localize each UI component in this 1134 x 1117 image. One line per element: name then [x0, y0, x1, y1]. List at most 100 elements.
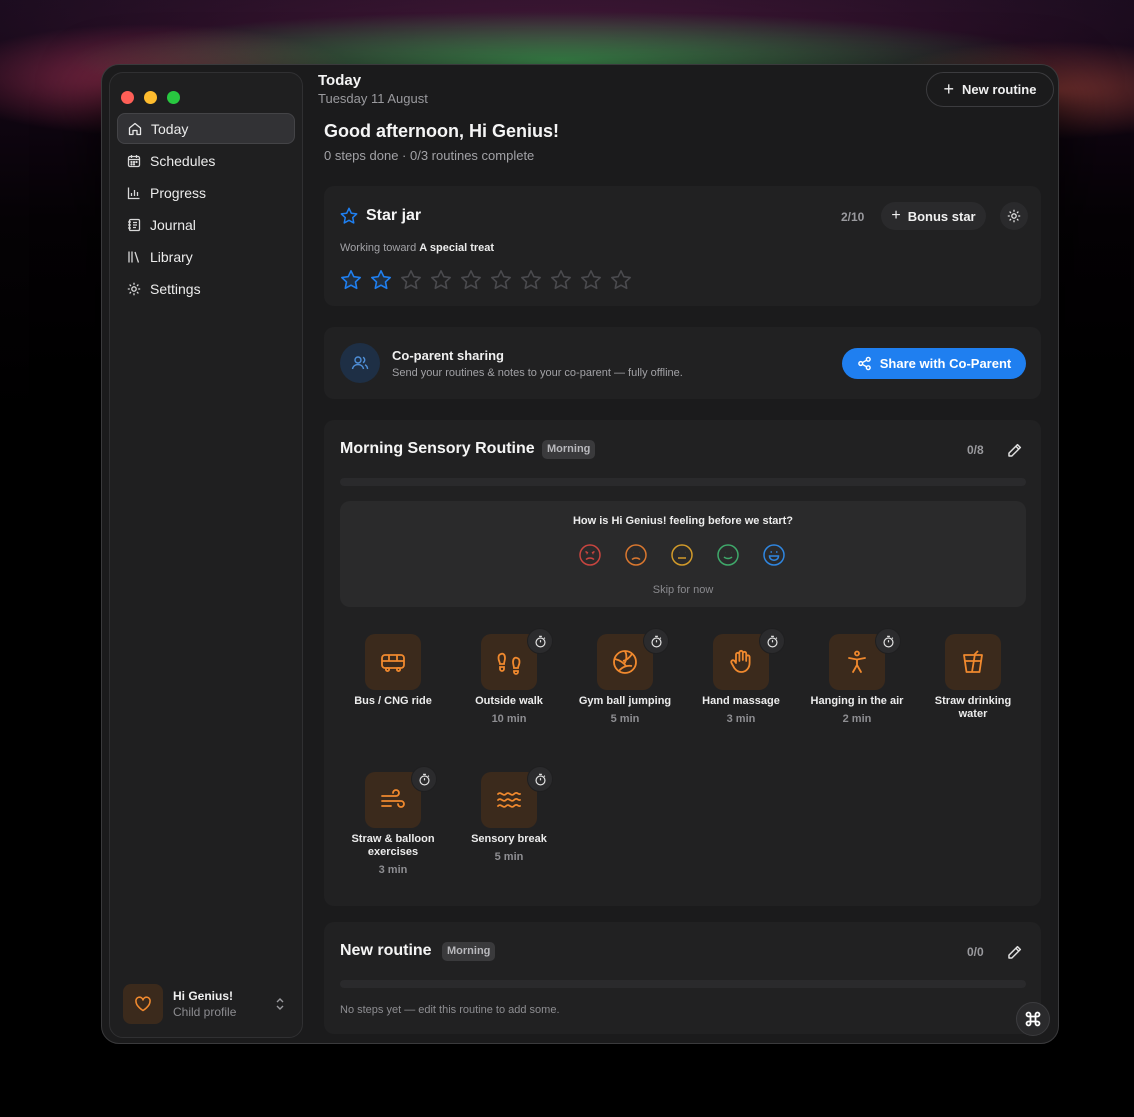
command-menu-button[interactable]: [1016, 1002, 1050, 1036]
routine-progress-bar: [340, 980, 1026, 988]
stopwatch-icon: [650, 635, 662, 647]
edit-routine-button[interactable]: [1000, 938, 1028, 966]
star-progress-row: [339, 268, 639, 292]
star-empty-icon: [401, 270, 421, 290]
sad-face-icon[interactable]: [624, 543, 648, 567]
step-tile[interactable]: Bus / CNG ride: [343, 634, 443, 713]
sidebar-item-library[interactable]: Library: [117, 241, 295, 272]
star-jar-goal: Working toward A special treat: [340, 242, 495, 254]
sidebar-item-today[interactable]: Today: [117, 113, 295, 144]
coparent-title: Co-parent sharing: [392, 348, 504, 363]
profile-subtitle: Child profile: [173, 1005, 237, 1019]
step-tile[interactable]: Hanging in the air 2 min: [807, 628, 907, 725]
sidebar-item-settings[interactable]: Settings: [117, 273, 295, 304]
sidebar-item-label: Today: [151, 120, 189, 137]
coparent-card: Co-parent sharing Send your routines & n…: [324, 327, 1041, 399]
main-content: Today Tuesday 11 August + New routine Go…: [318, 65, 1058, 1043]
star-empty-icon: [431, 270, 451, 290]
library-icon: [126, 249, 142, 265]
gear-icon: [1007, 209, 1021, 223]
sidebar-item-progress[interactable]: Progress: [117, 177, 295, 208]
timer-badge: [875, 628, 901, 654]
page-title: Today: [318, 72, 362, 89]
bar-chart-icon: [126, 185, 142, 201]
command-icon: [1025, 1011, 1041, 1027]
star-empty-icon: [491, 270, 511, 290]
sidebar-item-label: Journal: [150, 216, 196, 233]
close-window-button[interactable]: [121, 91, 134, 104]
smile-face-icon[interactable]: [716, 543, 740, 567]
stopwatch-icon: [882, 635, 894, 647]
step-tile[interactable]: Outside walk 10 min: [459, 628, 559, 725]
edit-routine-button[interactable]: [1000, 436, 1028, 464]
happy-face-icon[interactable]: [762, 543, 786, 567]
minimize-window-button[interactable]: [144, 91, 157, 104]
app-window: Today Schedules Progress Journal Library…: [101, 64, 1059, 1044]
star-filled-icon: [341, 270, 361, 290]
calendar-icon: [126, 153, 142, 169]
step-tile[interactable]: Sensory break 5 min: [459, 766, 559, 863]
stopwatch-icon: [534, 635, 546, 647]
footprints-icon: [497, 652, 521, 675]
stopwatch-icon: [766, 635, 778, 647]
empty-routine-text: No steps yet — edit this routine to add …: [340, 1004, 560, 1016]
routine-title: Morning Sensory Routine: [340, 440, 535, 457]
bonus-star-button[interactable]: + Bonus star: [881, 202, 986, 230]
sidebar-item-schedules[interactable]: Schedules: [117, 145, 295, 176]
step-tile[interactable]: Gym ball jumping 5 min: [575, 628, 675, 725]
routine-card: Morning Sensory Routine Morning 0/8 How …: [324, 420, 1041, 906]
routine-count: 0/0: [967, 945, 984, 959]
chevron-up-down-icon: [276, 998, 284, 1010]
routine-title: New routine: [340, 942, 432, 959]
gear-icon: [126, 281, 142, 297]
step-tile[interactable]: Straw & balloon exercises 3 min: [343, 766, 443, 876]
heart-icon: [135, 996, 151, 1012]
star-jar-card: Star jar 2/10 + Bonus star Working towar…: [324, 186, 1041, 306]
neutral-face-icon[interactable]: [670, 543, 694, 567]
routine-time-badge: Morning: [442, 942, 496, 961]
users-icon: [340, 343, 380, 383]
cup-straw-icon: [963, 650, 983, 673]
mood-question: How is Hi Genius! feeling before we star…: [572, 515, 794, 527]
star-jar-count: 2/10: [841, 210, 865, 224]
profile-name: Hi Genius!: [173, 989, 234, 1003]
timer-badge: [527, 628, 553, 654]
greeting-summary: 0 steps done · 0/3 routines complete: [324, 148, 535, 163]
zoom-window-button[interactable]: [167, 91, 180, 104]
timer-badge: [759, 628, 785, 654]
timer-badge: [411, 766, 437, 792]
pencil-icon: [1007, 945, 1021, 959]
sidebar-nav: Today Schedules Progress Journal Library…: [117, 113, 295, 305]
skip-mood-button[interactable]: Skip for now: [340, 584, 1026, 596]
stopwatch-icon: [534, 773, 546, 785]
timer-badge: [527, 766, 553, 792]
avatar: [123, 984, 163, 1024]
star-jar-settings-button[interactable]: [1000, 202, 1028, 230]
sidebar-item-label: Settings: [150, 280, 201, 297]
star-jar-title: Star jar: [366, 207, 422, 224]
step-tile[interactable]: Straw drinking water: [923, 634, 1023, 726]
profile-switcher[interactable]: Hi Genius! Child profile: [117, 979, 295, 1029]
new-routine-button[interactable]: + New routine: [926, 72, 1054, 107]
bus-icon: [381, 654, 405, 672]
sidebar-item-label: Progress: [150, 184, 207, 201]
step-tile[interactable]: Hand massage 3 min: [691, 628, 791, 725]
sidebar-item-label: Library: [150, 248, 193, 265]
plus-icon: +: [943, 79, 955, 99]
star-filled-icon: [371, 270, 391, 290]
angry-face-icon[interactable]: [578, 543, 602, 567]
star-empty-icon: [461, 270, 481, 290]
routine-progress-bar: [340, 478, 1026, 486]
sidebar: Today Schedules Progress Journal Library…: [109, 72, 303, 1038]
new-routine-card: New routine Morning 0/0 No steps yet — e…: [324, 922, 1041, 1034]
share-with-coparent-button[interactable]: Share with Co-Parent: [842, 348, 1026, 379]
star-empty-icon: [581, 270, 601, 290]
mood-options: [578, 543, 808, 567]
routine-count: 0/8: [967, 443, 984, 457]
sidebar-item-label: Schedules: [150, 152, 216, 169]
stopwatch-icon: [418, 773, 430, 785]
plus-icon: +: [891, 207, 901, 224]
pencil-icon: [1007, 443, 1021, 457]
person-icon: [848, 650, 866, 673]
sidebar-item-journal[interactable]: Journal: [117, 209, 295, 240]
